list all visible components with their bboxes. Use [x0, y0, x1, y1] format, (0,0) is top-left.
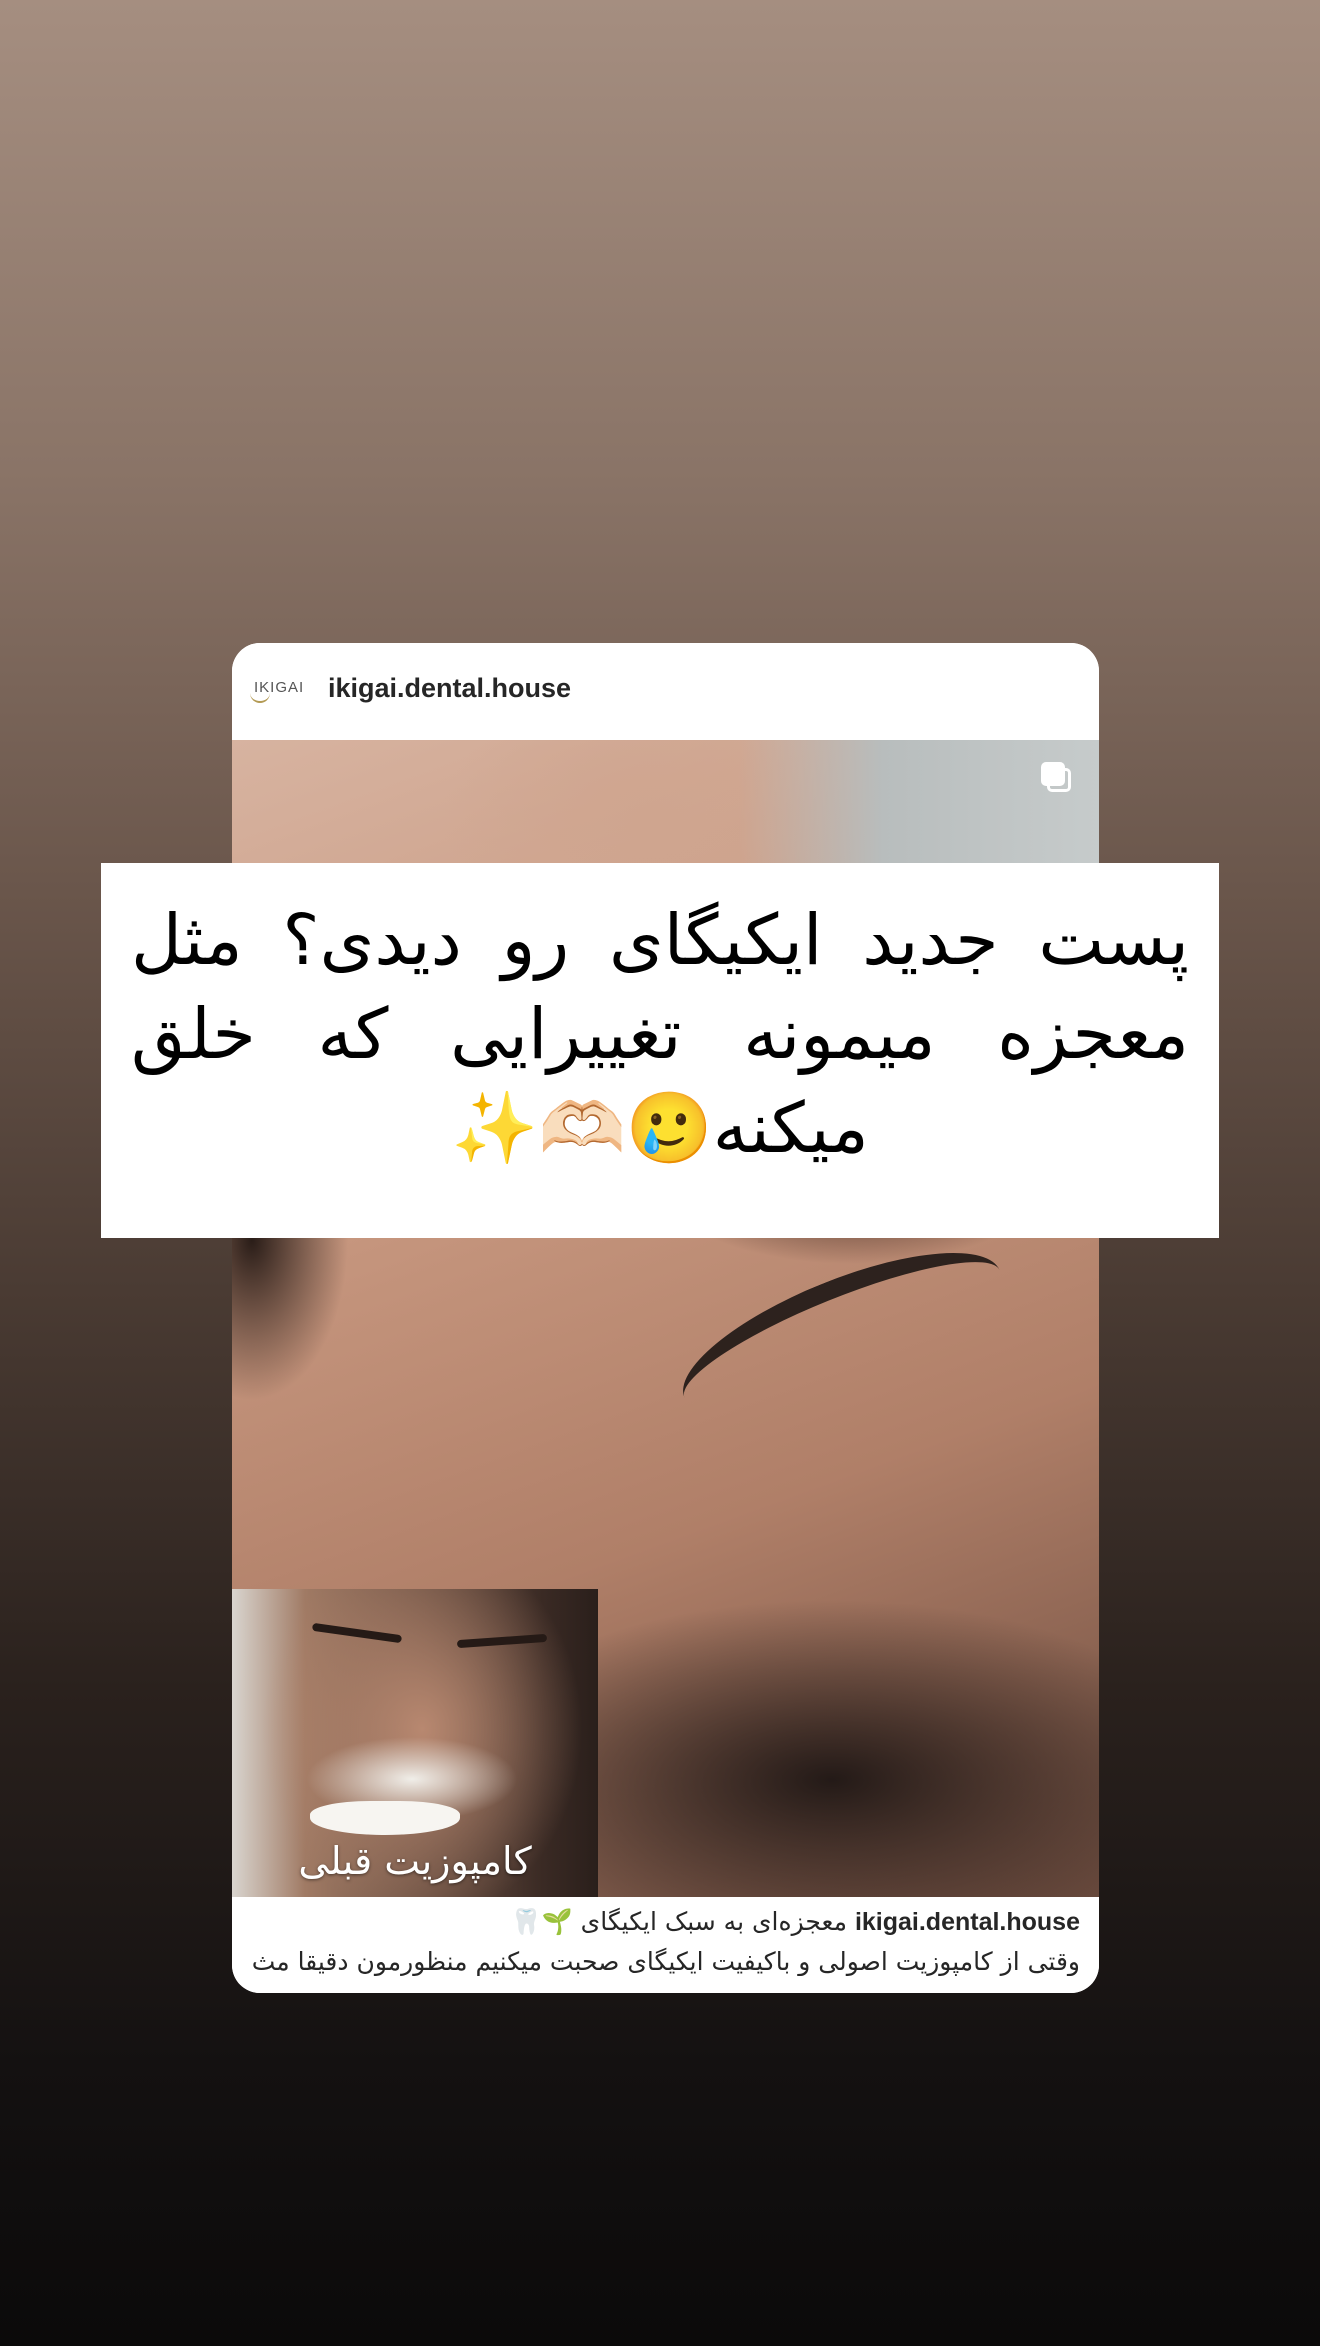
- image-background: [739, 740, 1099, 870]
- caption-line-2: وقتی از کامپوزیت اصولی و باکیفیت ایکیگای…: [250, 1947, 1080, 1976]
- inset-teeth: [310, 1801, 460, 1835]
- inset-caption: کامپوزیت قبلی: [298, 1839, 532, 1883]
- account-logo: IKIGAI: [250, 673, 310, 709]
- story-text-banner: پست جدید ایکیگای رو دیدی؟ مثل معجزه میمو…: [101, 863, 1219, 1238]
- post-username[interactable]: ikigai.dental.house: [328, 673, 571, 704]
- caption-line-1: ikigai.dental.house معجزه‌ای به سبک ایکی…: [250, 1907, 1080, 1937]
- eye-lashes: [664, 1220, 1020, 1448]
- caption-text-1: معجزه‌ای به سبک ایکیگای 🌱🦷: [510, 1907, 847, 1936]
- caption-username[interactable]: ikigai.dental.house: [855, 1908, 1080, 1936]
- banner-text: پست جدید ایکیگای رو دیدی؟ مثل معجزه میمو…: [131, 899, 1189, 1169]
- post-header: IKIGAI ikigai.dental.house: [232, 643, 1099, 740]
- carousel-multiple-icon: [1041, 762, 1075, 796]
- shared-post-card[interactable]: IKIGAI ikigai.dental.house کامپوزیت قبلی…: [232, 643, 1099, 1993]
- before-photo-inset: کامپوزیت قبلی: [232, 1589, 598, 1897]
- inset-eyebrow-right: [456, 1633, 548, 1649]
- carousel-front-square: [1041, 762, 1065, 786]
- inset-eyebrow-left: [311, 1622, 403, 1644]
- post-caption: ikigai.dental.house معجزه‌ای به سبک ایکی…: [232, 1897, 1099, 1993]
- logo-swoosh-icon: [250, 691, 270, 703]
